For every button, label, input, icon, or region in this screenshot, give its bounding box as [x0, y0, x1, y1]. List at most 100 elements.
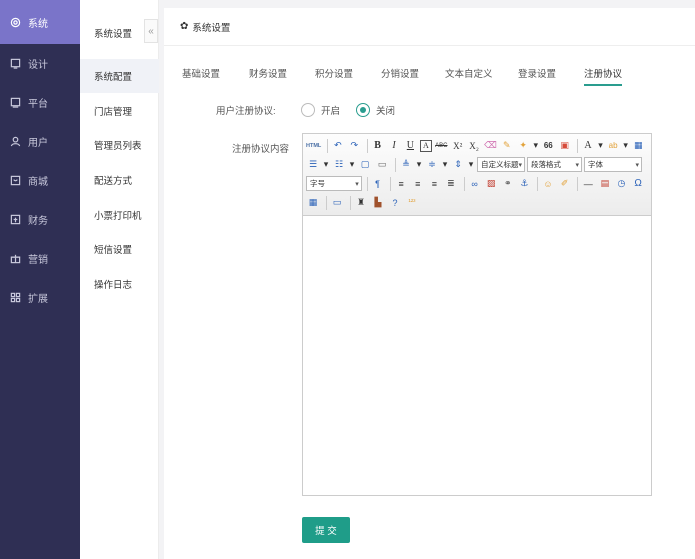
- nav-item-system[interactable]: 系统: [0, 0, 80, 44]
- align-center-icon[interactable]: ≡: [411, 177, 425, 191]
- blockquote-button[interactable]: 66: [542, 139, 555, 153]
- italic-button[interactable]: I: [387, 139, 400, 153]
- dropdown-caret-icon[interactable]: ▾: [416, 158, 422, 172]
- dropdown-caret-icon[interactable]: ▾: [533, 139, 539, 153]
- eraser-icon[interactable]: ⌫: [484, 139, 497, 153]
- image-icon[interactable]: ▨: [484, 177, 498, 191]
- tab-register-agreement[interactable]: 注册协议: [584, 60, 623, 86]
- nav-item-finance[interactable]: 财务: [0, 200, 80, 239]
- main-nav: 系统 设计 平台 用户 商城 财务 营销 扩展: [0, 0, 80, 559]
- preview-icon[interactable]: ▙: [371, 196, 385, 210]
- nav-item-marketing[interactable]: 营销: [0, 239, 80, 278]
- panel-header: ✿ 系统设置: [164, 8, 695, 46]
- radio-off[interactable]: 关闭: [356, 103, 395, 117]
- highlight-icon[interactable]: ab: [606, 139, 619, 153]
- subnav-item-system-config[interactable]: 系统配置: [80, 59, 159, 93]
- nav-label: 商城: [28, 177, 48, 188]
- gear-icon: ✿: [180, 21, 189, 32]
- tab-login[interactable]: 登录设置: [518, 60, 584, 86]
- subscript-button[interactable]: X₂: [467, 139, 480, 153]
- superscript-button[interactable]: X²: [451, 139, 464, 153]
- font-border-button[interactable]: A: [420, 139, 432, 152]
- custom-title-select[interactable]: 自定义标题: [477, 157, 525, 172]
- font-family-select[interactable]: 字体: [584, 157, 642, 172]
- radio-off-label: 关闭: [376, 106, 396, 117]
- subnav-item-printer[interactable]: 小票打印机: [80, 198, 159, 232]
- nav-label: 设计: [28, 60, 48, 71]
- tab-basic[interactable]: 基础设置: [182, 60, 249, 86]
- subnav-item-sms[interactable]: 短信设置: [80, 232, 159, 266]
- date-icon[interactable]: ▤: [598, 177, 612, 191]
- design-icon: [9, 58, 21, 70]
- align-right-icon[interactable]: ≡: [428, 177, 442, 191]
- radio-on[interactable]: 开启: [301, 103, 340, 117]
- tab-points[interactable]: 积分设置: [315, 60, 381, 86]
- ordered-list-icon[interactable]: ☰: [306, 158, 320, 172]
- emoticon-icon[interactable]: ☺: [541, 177, 555, 191]
- toolbar-separator: [326, 195, 327, 210]
- subnav-item-delivery[interactable]: 配送方式: [80, 163, 159, 197]
- horizontal-rule-icon[interactable]: —: [581, 177, 595, 191]
- subnav-item-log[interactable]: 操作日志: [80, 267, 159, 301]
- collapse-button[interactable]: «: [144, 19, 158, 43]
- dropdown-caret-icon[interactable]: ▾: [323, 158, 329, 172]
- help-icon[interactable]: ?: [388, 196, 402, 210]
- paste-plain-icon[interactable]: ▣: [558, 139, 571, 153]
- redo-icon[interactable]: ↷: [348, 139, 361, 153]
- link-icon[interactable]: ∞: [468, 177, 482, 191]
- word-count-icon[interactable]: ¹²³: [405, 196, 419, 210]
- nav-item-extend[interactable]: 扩展: [0, 278, 80, 317]
- subnav-item-store[interactable]: 门店管理: [80, 94, 159, 128]
- row-spacing-bottom-icon[interactable]: ≑: [425, 158, 439, 172]
- panel-title: 系统设置: [192, 22, 231, 34]
- submit-button[interactable]: 提 交: [302, 517, 350, 543]
- search-replace-icon[interactable]: ♜: [354, 196, 368, 210]
- main-panel: ✿ 系统设置 基础设置 财务设置 积分设置 分销设置 文本自定义 登录设置 注册…: [164, 8, 695, 559]
- align-justify-icon[interactable]: ≣: [444, 177, 458, 191]
- undo-icon[interactable]: ↶: [331, 139, 344, 153]
- align-left-icon[interactable]: ≡: [394, 177, 408, 191]
- dropdown-caret-icon[interactable]: ▾: [598, 139, 604, 153]
- dropdown-caret-icon[interactable]: ▾: [442, 158, 448, 172]
- strikethrough-button[interactable]: ABC: [435, 139, 448, 153]
- nav-item-platform[interactable]: 平台: [0, 83, 80, 122]
- clear-doc-icon[interactable]: ▭: [375, 158, 389, 172]
- dropdown-caret-icon[interactable]: ▾: [468, 158, 474, 172]
- insert-table-icon[interactable]: ▦: [306, 196, 320, 210]
- nav-item-shop[interactable]: 商城: [0, 161, 80, 200]
- tab-text-custom[interactable]: 文本自定义: [445, 60, 518, 86]
- bold-button[interactable]: B: [371, 139, 384, 153]
- shop-icon: [9, 175, 21, 187]
- special-chars-button[interactable]: Ω: [631, 177, 645, 191]
- font-color-button[interactable]: A: [581, 139, 594, 153]
- editor-content-area[interactable]: [303, 216, 651, 495]
- grid-icon: [9, 292, 21, 304]
- line-height-icon[interactable]: ⇕: [451, 158, 465, 172]
- select-all-icon[interactable]: ▢: [358, 158, 372, 172]
- user-icon: [9, 136, 21, 148]
- nav-label: 用户: [28, 138, 48, 149]
- print-icon[interactable]: ▭: [330, 196, 344, 210]
- subnav-item-admins[interactable]: 管理员列表: [80, 128, 159, 162]
- scrawl-icon[interactable]: ✐: [558, 177, 572, 191]
- dropdown-caret-icon[interactable]: ▾: [623, 139, 629, 153]
- agreement-content-label: 注册协议内容: [232, 144, 290, 155]
- fullscreen-icon[interactable]: ▦: [632, 139, 645, 153]
- nav-item-design[interactable]: 设计: [0, 44, 80, 83]
- time-icon[interactable]: ◷: [615, 177, 629, 191]
- tab-finance[interactable]: 财务设置: [249, 60, 315, 86]
- nav-item-user[interactable]: 用户: [0, 122, 80, 161]
- anchor-icon[interactable]: ⚓: [518, 177, 532, 191]
- dropdown-caret-icon[interactable]: ▾: [349, 158, 355, 172]
- unlink-icon[interactable]: ⚭: [501, 177, 515, 191]
- tab-distribution[interactable]: 分销设置: [381, 60, 445, 86]
- unordered-list-icon[interactable]: ☷: [332, 158, 346, 172]
- font-size-select[interactable]: 字号: [306, 176, 362, 191]
- paragraph-format-select[interactable]: 段落格式: [527, 157, 582, 172]
- direction-icon[interactable]: ¶: [371, 177, 385, 191]
- html-source-button[interactable]: HTML: [306, 139, 321, 153]
- row-spacing-top-icon[interactable]: ≜: [399, 158, 413, 172]
- format-brush-icon[interactable]: ✎: [500, 139, 513, 153]
- auto-format-icon[interactable]: ✦: [517, 139, 530, 153]
- underline-button[interactable]: U: [404, 139, 417, 153]
